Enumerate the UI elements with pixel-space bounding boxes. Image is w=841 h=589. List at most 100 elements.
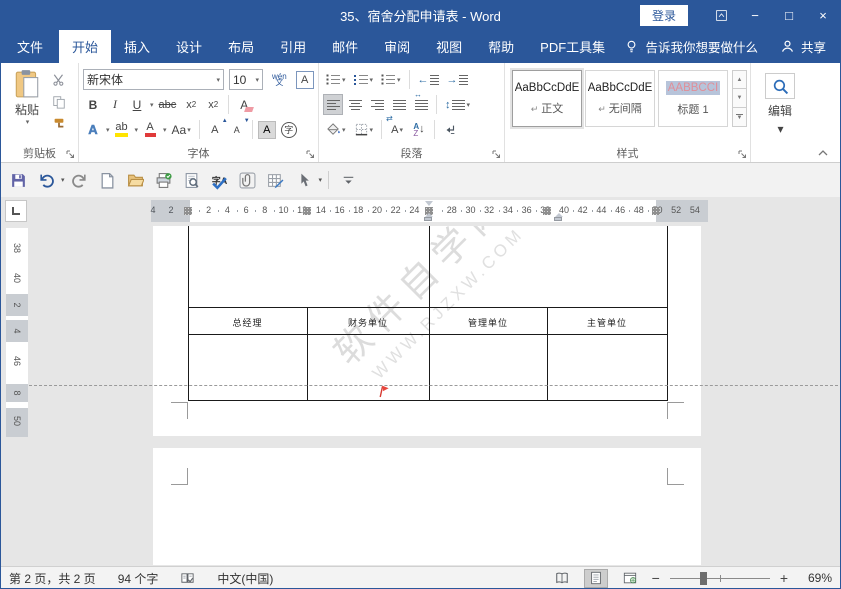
copy-button[interactable] [49, 93, 69, 111]
styles-scroll-up-button[interactable]: ▲ [732, 70, 747, 89]
tab-home[interactable]: 开始 [59, 30, 111, 63]
tab-PDF工具集[interactable]: PDF工具集 [527, 30, 618, 63]
show-hide-marks-button[interactable] [440, 119, 460, 140]
print-preview-button[interactable] [181, 168, 203, 192]
styles-dialog-launcher[interactable] [737, 149, 748, 160]
tab-布局[interactable]: 布局 [215, 30, 267, 63]
undo-button[interactable] [35, 168, 57, 192]
quick-print-button[interactable] [153, 168, 175, 192]
document-page-1[interactable]: 软件自学网 WWW.RJZXW.COM 总经理 财务单位 管理单位 主管单位 [153, 226, 701, 436]
language-indicator[interactable]: 中文(中国) [217, 570, 273, 587]
more-button[interactable] [337, 168, 359, 192]
page-indicator[interactable]: 第 2 页，共 2 页 [9, 570, 96, 587]
first-line-indent-marker[interactable] [425, 201, 433, 206]
align-right-button[interactable] [367, 94, 387, 115]
borders-button[interactable]: ▾ [351, 119, 377, 140]
proofing-icon[interactable] [180, 571, 195, 586]
zoom-slider-handle[interactable] [700, 572, 707, 585]
shading-button[interactable]: ▾ [323, 119, 349, 140]
style-card-无间隔[interactable]: AaBbCcDdE↵ 无间隔 [585, 70, 655, 127]
enclose-characters-button[interactable]: 字 [278, 119, 300, 140]
shrink-font-button[interactable]: A▼ [227, 119, 247, 140]
spelling-button[interactable]: 字A [209, 168, 231, 192]
asian-layout-button[interactable]: ⇄A▾ [387, 119, 407, 140]
left-indent-marker[interactable] [424, 217, 432, 221]
new-doc-button[interactable] [97, 168, 119, 192]
decrease-indent-button[interactable]: ← [415, 69, 442, 90]
increase-indent-button[interactable]: → [444, 69, 471, 90]
justify-button[interactable] [389, 94, 409, 115]
underline-button[interactable]: U [127, 94, 147, 115]
editing-button[interactable]: 编辑 ▾ [755, 67, 805, 136]
font-size-combo[interactable]: 10▾ [229, 69, 263, 90]
styles-scroll-down-button[interactable]: ▼ [732, 89, 747, 108]
zoom-slider[interactable] [670, 578, 770, 579]
redo-button[interactable] [69, 168, 91, 192]
web-layout-button[interactable] [618, 569, 642, 588]
styles-more-button[interactable]: ▼ [732, 108, 747, 127]
italic-button[interactable]: I [105, 94, 125, 115]
strikethrough-button[interactable]: abc [156, 94, 180, 115]
font-name-combo[interactable]: 新宋体▾ [83, 69, 224, 90]
character-border-button[interactable]: A [296, 71, 314, 89]
print-layout-button[interactable] [584, 569, 608, 588]
font-color-button[interactable]: A [140, 119, 160, 140]
horizontal-ruler[interactable]: 2468101214161820222428303234363840424446… [1, 200, 840, 222]
phonetic-guide-button[interactable]: wén文 [269, 69, 290, 90]
tab-邮件[interactable]: 邮件 [319, 30, 371, 63]
sort-button[interactable]: AZ↓ [409, 119, 429, 140]
clipboard-dialog-launcher[interactable] [65, 149, 76, 160]
font-dialog-launcher[interactable] [305, 149, 316, 160]
bullets-button[interactable]: ▾ [323, 69, 349, 90]
tab-设计[interactable]: 设计 [163, 30, 215, 63]
bold-button[interactable]: B [83, 94, 103, 115]
cut-button[interactable] [49, 71, 69, 89]
grow-font-button[interactable]: A▲ [205, 119, 225, 140]
subscript-button[interactable]: x2 [181, 94, 201, 115]
save-button[interactable] [7, 168, 29, 192]
superscript-button[interactable]: x2 [203, 94, 223, 115]
table-column-marker[interactable] [543, 207, 551, 215]
tab-审阅[interactable]: 审阅 [371, 30, 423, 63]
text-highlight-button[interactable]: ab [112, 119, 132, 140]
align-center-button[interactable] [345, 94, 365, 115]
zoom-level[interactable]: 69% [798, 571, 832, 585]
word-count[interactable]: 94 个字 [118, 570, 159, 587]
multilevel-list-button[interactable]: ▾ [378, 69, 404, 90]
table-cell[interactable]: 主管单位 [547, 312, 667, 332]
text-effects-button[interactable]: A [83, 119, 103, 140]
collapse-ribbon-button[interactable] [816, 147, 830, 159]
underline-dropdown[interactable]: ▾ [150, 101, 154, 109]
tab-file[interactable]: 文件 [1, 30, 59, 63]
align-left-button[interactable] [323, 94, 343, 115]
line-spacing-button[interactable]: ↕▾ [442, 94, 473, 115]
tell-me-box[interactable]: 告诉我你想要做什么 [624, 37, 758, 56]
zoom-in-button[interactable]: + [780, 570, 788, 586]
touch-caret[interactable]: ▾ [319, 176, 323, 184]
table-cell[interactable]: 财务单位 [307, 312, 429, 332]
share-button[interactable]: 共享 [780, 37, 826, 56]
table-edit-button[interactable] [265, 168, 287, 192]
distribute-button[interactable]: ↔ [411, 94, 431, 115]
undo-caret[interactable]: ▾ [61, 176, 65, 184]
paste-dropdown[interactable]: ▾ [26, 118, 30, 126]
style-card-标题 1[interactable]: AABBCCI标题 1 [658, 70, 728, 127]
vertical-ruler[interactable]: 38402446850 [6, 228, 28, 437]
table-cell[interactable]: 总经理 [188, 312, 307, 332]
tab-引用[interactable]: 引用 [267, 30, 319, 63]
read-mode-button[interactable] [550, 569, 574, 588]
table-column-marker[interactable] [184, 207, 192, 215]
table-cell[interactable]: 管理单位 [429, 312, 547, 332]
numbering-button[interactable]: ▾ [351, 69, 377, 90]
format-painter-button[interactable] [49, 115, 69, 133]
change-case-button[interactable]: Aa▾ [169, 119, 194, 140]
paragraph-dialog-launcher[interactable] [491, 149, 502, 160]
style-card-正文[interactable]: AaBbCcDdE↵ 正文 [512, 70, 582, 127]
zoom-out-button[interactable]: − [652, 570, 660, 586]
tab-插入[interactable]: 插入 [111, 30, 163, 63]
tab-帮助[interactable]: 帮助 [475, 30, 527, 63]
clear-formatting-button[interactable]: A [234, 94, 254, 115]
open-button[interactable] [125, 168, 147, 192]
table-column-marker[interactable] [652, 207, 660, 215]
document-page-2[interactable] [153, 448, 701, 565]
